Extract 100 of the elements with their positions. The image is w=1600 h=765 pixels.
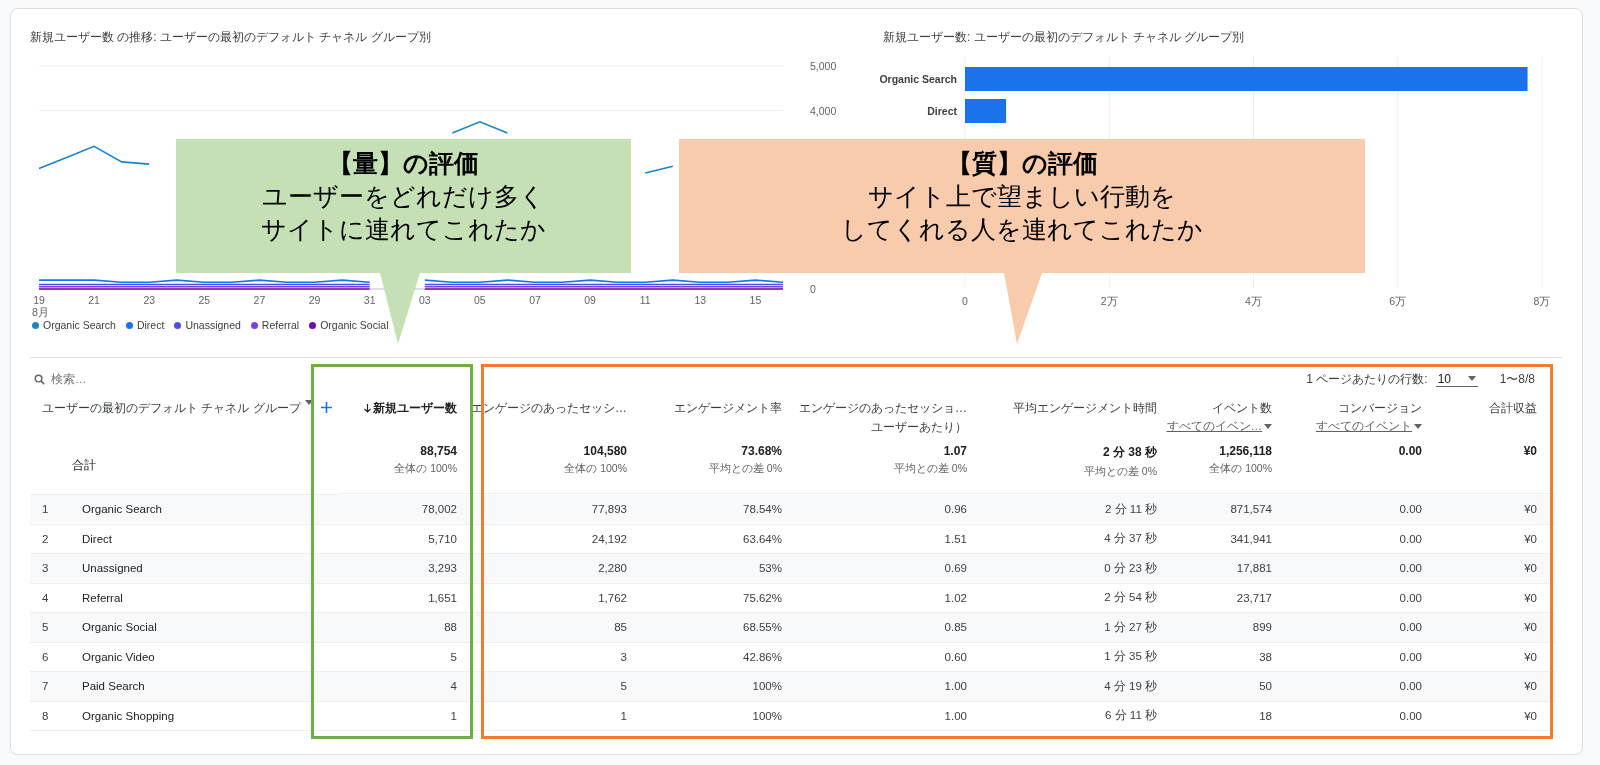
callout-text: サイトに連れてこれたか [261, 214, 546, 245]
total-note: 平均との差 0% [1083, 465, 1157, 479]
x-month-label: 8月 [32, 306, 49, 318]
table-cell: ¥0 [1440, 613, 1555, 643]
table-cell: 1.00 [800, 672, 985, 702]
table-cell: 4 [338, 672, 475, 702]
legend-label: Organic Search [43, 319, 116, 331]
total-note: 全体の 100% [564, 462, 627, 476]
table-cell: 4 分 19 秒 [985, 672, 1175, 702]
table-cell: 68.55% [645, 613, 800, 643]
column-header[interactable]: 新規ユーザー数 [364, 400, 457, 417]
sort-down-arrow-icon [364, 404, 371, 413]
legend-label: Direct [136, 319, 165, 331]
x-tick-label: 21 [88, 294, 100, 306]
chart-title: 新規ユーザー数: ユーザーの最初のデフォルト チャネル グループ別 [883, 29, 1246, 46]
x-tick-label: 15 [749, 294, 762, 306]
legend-label: Referral [261, 319, 300, 331]
column-header[interactable]: イベント数 [1212, 400, 1272, 417]
callout-text: サイト上で望ましい行動を [868, 181, 1176, 212]
total-value: 88,754 [420, 444, 457, 458]
table-cell: 3,293 [338, 554, 475, 584]
callout-text: してくれる人を連れてこれたか [841, 214, 1203, 245]
table-cell: 0.69 [800, 554, 985, 584]
total-note: 平均との差 0% [708, 462, 782, 476]
x-tick-label: 8万 [1533, 295, 1551, 307]
total-value: ¥0 [1523, 444, 1537, 458]
total-note: 全体の 100% [1209, 462, 1272, 476]
row-index: 5 [30, 613, 70, 643]
x-tick-label: 0 [962, 295, 968, 307]
table-cell: 50 [1175, 672, 1290, 702]
callout-title: 【量】の評価 [328, 148, 479, 179]
y-tick-label: 5,000 [810, 60, 837, 72]
x-tick-label: 03 [418, 294, 431, 306]
caret-down-icon [304, 400, 313, 405]
x-tick-label: 2万 [1100, 295, 1118, 307]
table-cell: 88 [338, 613, 475, 643]
total-value: 1,256,118 [1219, 444, 1272, 458]
plus-icon[interactable] [320, 402, 332, 413]
x-tick-label: 4万 [1245, 295, 1262, 307]
rows-per-page-select[interactable]: 10 [1435, 371, 1478, 387]
caret-down-icon [1467, 376, 1476, 381]
chart-title: 新規ユーザー数 の推移: ユーザーの最初のデフォルト チャネル グループ別 [30, 29, 432, 46]
table-cell: 871,574 [1175, 495, 1290, 525]
channel-name: Organic Search [70, 495, 338, 525]
x-tick-label: 07 [529, 294, 541, 306]
total-value: 73.68% [741, 444, 782, 458]
search-field[interactable]: 検索… [51, 373, 211, 385]
table-cell: 0.00 [1290, 672, 1440, 702]
dimension-header[interactable]: ユーザーの最初のデフォルト チャネル グループ [42, 400, 301, 417]
table-cell: 1 分 27 秒 [985, 613, 1175, 643]
column-header[interactable]: 平均エンゲージメント時間 [1013, 400, 1157, 417]
y-tick-label: 4,000 [810, 104, 837, 117]
y-tick-label: 0 [810, 283, 816, 295]
total-value: 0.00 [1398, 444, 1422, 458]
search-icon [34, 373, 45, 385]
event-filter-link[interactable]: すべてのイベン… [1166, 419, 1272, 434]
x-tick-label: 09 [584, 294, 596, 306]
x-tick-label: 6万 [1389, 295, 1407, 307]
channel-name: Paid Search [70, 672, 338, 702]
table-cell: 85 [475, 613, 645, 643]
category-label: Organic Search [879, 73, 957, 85]
table-cell: 78,002 [338, 495, 475, 525]
total-note: 全体の 100% [394, 462, 457, 476]
table-cell: ¥0 [1440, 495, 1555, 525]
column-header[interactable]: エンゲージメント率 [674, 400, 782, 417]
row-index: 1 [30, 495, 70, 525]
table-cell: 17,881 [1175, 554, 1290, 584]
legend-label: Organic Social [320, 319, 389, 331]
table-cell: 2,280 [475, 554, 645, 584]
event-filter-link[interactable]: すべてのイベント [1316, 419, 1422, 434]
legend-label: Unassigned [185, 319, 241, 331]
x-tick-label: 29 [308, 294, 321, 306]
total-value: 104,580 [583, 444, 627, 458]
table-cell: 0.00 [1290, 613, 1440, 643]
total-note: 平均との差 0% [893, 462, 967, 476]
channel-name: Unassigned [70, 554, 338, 584]
x-tick-label: 19 [33, 294, 45, 306]
callout-text: ユーザーをどれだけ多く [262, 181, 545, 212]
callout-title: 【質】の評価 [946, 148, 1098, 179]
table-cell: 77,893 [475, 495, 645, 525]
row-index: 3 [30, 554, 70, 584]
column-header[interactable]: 合計収益 [1489, 400, 1537, 417]
x-tick-label: 05 [474, 294, 486, 306]
pagination-range: 1〜8/8 [1499, 370, 1535, 388]
x-tick-label: 25 [198, 294, 211, 306]
table-cell: ¥0 [1440, 672, 1555, 702]
x-tick-label: 13 [694, 294, 707, 306]
table-cell: 0 分 23 秒 [985, 554, 1175, 584]
channel-name: Organic Social [70, 613, 338, 643]
table-cell: 899 [1175, 613, 1290, 643]
x-tick-label: 11 [639, 294, 651, 306]
table-cell: 78.54% [645, 495, 800, 525]
column-header[interactable]: コンバージョン [1338, 400, 1422, 417]
rows-per-page-label: 1 ページあたりの行数: [1306, 370, 1428, 388]
row-index: 7 [30, 672, 70, 702]
table-cell: 0.96 [800, 495, 985, 525]
table-cell: ¥0 [1440, 554, 1555, 584]
table-cell: 5 [475, 672, 645, 702]
column-header[interactable]: エンゲージのあったセッショ… [799, 400, 967, 417]
table-cell: 0.00 [1290, 554, 1440, 584]
